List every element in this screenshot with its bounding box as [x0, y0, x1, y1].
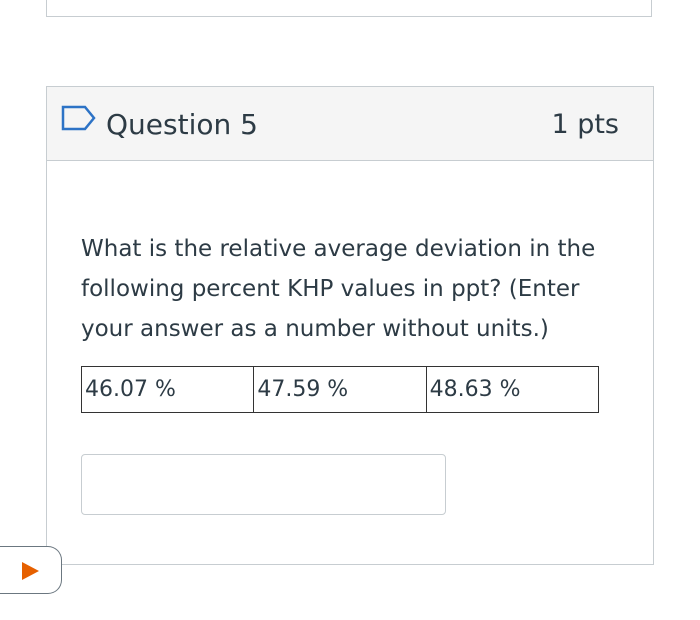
answer-input[interactable]: [81, 454, 446, 515]
question-header: Question 5 1 pts: [47, 87, 653, 161]
values-table: 46.07 % 47.59 % 48.63 %: [80, 366, 600, 413]
question-points: 1 pts: [551, 109, 619, 140]
question-card: Question 5 1 pts What is the relative av…: [46, 86, 654, 565]
play-button[interactable]: [0, 546, 62, 594]
play-icon: [22, 562, 39, 580]
table-cell: 46.07 %: [80, 366, 255, 413]
table-cell: 48.63 %: [425, 366, 600, 413]
flag-icon[interactable]: [61, 103, 97, 133]
table-row: 46.07 % 47.59 % 48.63 %: [80, 366, 600, 413]
question-title: Question 5: [106, 108, 258, 141]
question-text: What is the relative average deviation i…: [81, 236, 596, 342]
table-cell: 47.59 %: [253, 366, 427, 413]
previous-question-card: [46, 0, 652, 17]
